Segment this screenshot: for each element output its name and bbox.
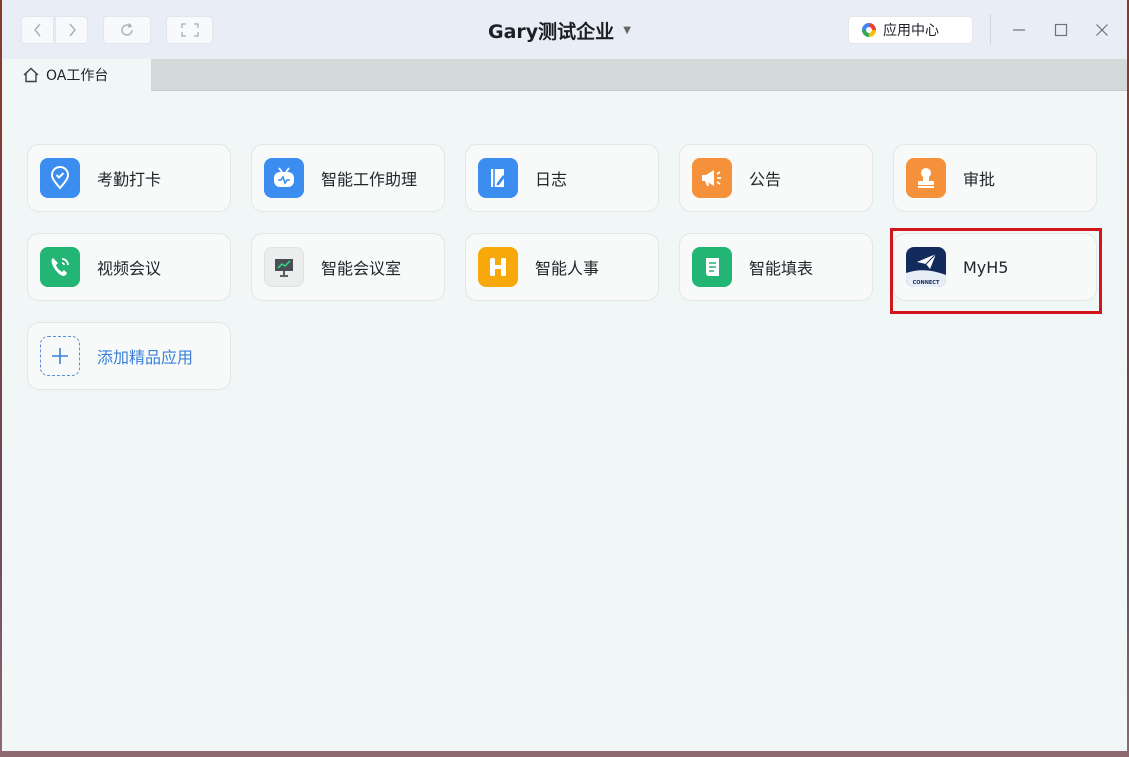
tab-bar: OA工作台 (2, 59, 1127, 91)
refresh-icon (121, 23, 133, 36)
paper-plane-connect-icon: CONNECT (906, 247, 946, 287)
app-card-attendance[interactable]: 考勤打卡 (27, 144, 231, 212)
app-label: 考勤打卡 (97, 170, 162, 189)
app-label: 公告 (749, 170, 782, 189)
app-card-video-meeting[interactable]: 视频会议 (27, 233, 231, 301)
home-icon (22, 67, 40, 83)
notebook-pen-icon (478, 158, 518, 198)
caret-down-icon: ▼ (623, 24, 631, 36)
chevron-left-icon (33, 23, 41, 37)
forward-button[interactable] (55, 16, 88, 44)
megaphone-icon (692, 158, 732, 198)
app-card-approval[interactable]: 审批 (893, 144, 1097, 212)
app-card-smart-hr[interactable]: 智能人事 (465, 233, 659, 301)
plus-icon (40, 336, 80, 376)
presentation-board-icon (264, 247, 304, 287)
titlebar-divider (990, 14, 991, 44)
app-label: 审批 (963, 170, 996, 189)
add-app-label: 添加精品应用 (97, 348, 194, 367)
minimize-button[interactable] (1005, 16, 1033, 44)
app-center-label: 应用中心 (883, 23, 939, 39)
app-label: MyH5 (963, 257, 1009, 277)
add-app-card[interactable]: 添加精品应用 (27, 322, 231, 390)
back-button[interactable] (21, 16, 54, 44)
robot-tv-icon (264, 158, 304, 198)
form-list-icon (692, 247, 732, 287)
app-center-button[interactable]: 应用中心 (848, 16, 973, 44)
close-button[interactable] (1088, 16, 1116, 44)
app-card-myh5[interactable]: CONNECT MyH5 (893, 233, 1097, 301)
maximize-button[interactable] (1047, 16, 1075, 44)
app-label: 智能人事 (535, 259, 600, 278)
enterprise-switcher[interactable]: Gary测试企业 ▼ (488, 16, 631, 44)
close-icon (1096, 24, 1108, 36)
app-card-announcement[interactable]: 公告 (679, 144, 873, 212)
app-window: Gary测试企业 ▼ 应用中心 OA工作台 考勤打卡 智能工作助理 日志 公告 … (2, 0, 1127, 751)
app-card-log[interactable]: 日志 (465, 144, 659, 212)
paper-plane-icon (906, 253, 946, 279)
tab-oa-workbench[interactable]: OA工作台 (2, 59, 151, 91)
reload-button[interactable] (103, 16, 151, 44)
expand-icon (180, 23, 199, 37)
app-label: 智能会议室 (321, 259, 402, 278)
video-call-icon (40, 247, 80, 287)
app-card-smart-assistant[interactable]: 智能工作助理 (251, 144, 445, 212)
app-center-logo-icon (861, 22, 877, 38)
minimize-icon (1013, 29, 1025, 31)
app-card-meeting-room[interactable]: 智能会议室 (251, 233, 445, 301)
app-label: 日志 (535, 170, 568, 189)
app-label: 视频会议 (97, 259, 162, 278)
location-check-icon (40, 158, 80, 198)
app-label: 智能工作助理 (321, 170, 418, 189)
maximize-icon (1054, 23, 1068, 37)
tab-label: OA工作台 (46, 68, 109, 84)
connect-caption: CONNECT (906, 279, 946, 287)
fullscreen-button[interactable] (166, 16, 213, 44)
chevron-right-icon (68, 23, 76, 37)
app-label: 智能填表 (749, 259, 814, 278)
title-bar: Gary测试企业 ▼ 应用中心 (2, 0, 1127, 59)
stamp-icon (906, 158, 946, 198)
enterprise-title: Gary测试企业 (488, 20, 615, 43)
hr-h-icon (478, 247, 518, 287)
app-card-smart-form[interactable]: 智能填表 (679, 233, 873, 301)
